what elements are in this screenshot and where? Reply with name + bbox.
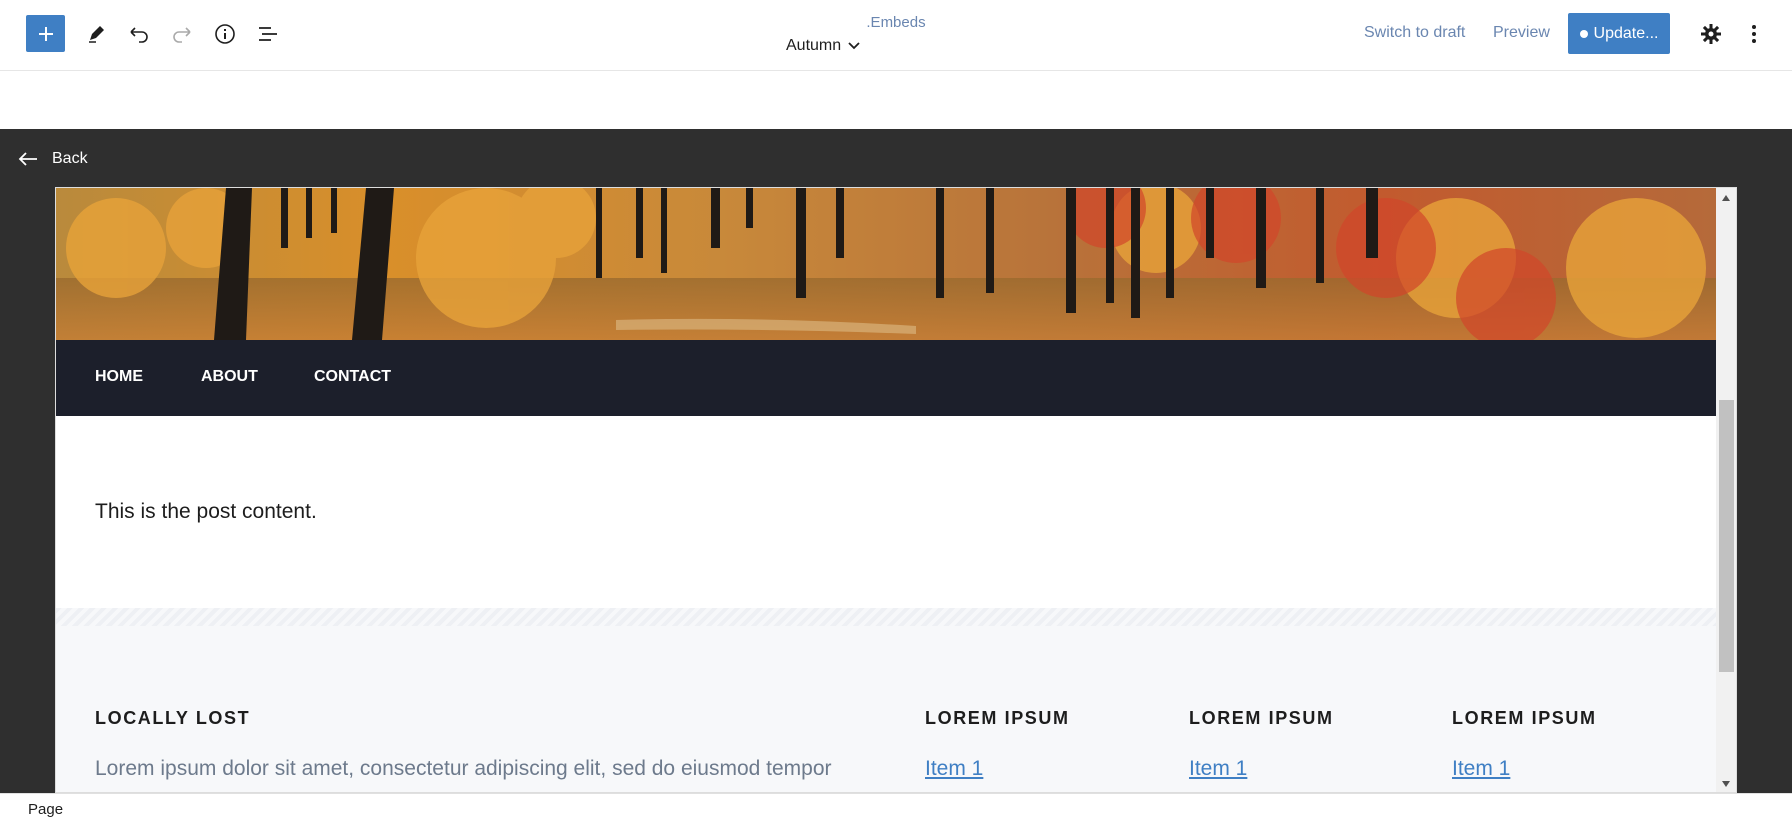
footer-description: Lorem ipsum dolor sit amet, consectetur … [95, 757, 832, 780]
back-label: Back [52, 150, 88, 167]
footer-column-1-link[interactable]: Item 1 [925, 757, 983, 781]
update-label: Update... [1593, 24, 1659, 42]
chevron-down-icon [848, 42, 860, 50]
scroll-down-icon[interactable] [1721, 780, 1731, 788]
post-content[interactable]: This is the post content. [95, 500, 317, 524]
scrollbar-thumb[interactable] [1719, 400, 1734, 672]
template-selector[interactable]: Autumn [786, 37, 861, 55]
gear-icon [1701, 24, 1721, 44]
template-name: Autumn [786, 37, 842, 54]
back-button[interactable]: Back [18, 150, 88, 168]
nav-about[interactable]: ABOUT [201, 368, 258, 386]
footer-column-3-title: LOREM IPSUM [1452, 708, 1597, 728]
options-button[interactable] [1740, 20, 1768, 48]
footer-column-2-title: LOREM IPSUM [1189, 708, 1334, 728]
more-vertical-icon [1752, 25, 1756, 43]
nav-contact[interactable]: CONTACT [314, 368, 391, 386]
arrow-left-icon [18, 152, 37, 166]
nav-home[interactable]: HOME [95, 368, 143, 386]
footer-title-locally-lost: LOCALLY LOST [95, 708, 251, 728]
navigation: HOME ABOUT CONTACT [56, 340, 1716, 416]
breadcrumb-page[interactable]: Page [28, 801, 63, 818]
switch-to-draft-button[interactable]: Switch to draft [1364, 24, 1465, 42]
status-dot-icon [1579, 29, 1588, 38]
footer-divider [56, 608, 1716, 626]
header-image [56, 188, 1716, 340]
status-bar: Page [0, 793, 1792, 821]
footer-column-2-link[interactable]: Item 1 [1189, 757, 1247, 781]
scroll-up-icon[interactable] [1721, 194, 1731, 202]
update-button[interactable]: Update... [1568, 13, 1670, 54]
preview-button[interactable]: Preview [1493, 24, 1550, 42]
editor-header: .Embeds Autumn Switch to draft Preview U… [0, 0, 1792, 71]
toolbar-strip [0, 72, 1792, 129]
footer: LOCALLY LOST Lorem ipsum dolor sit amet,… [56, 626, 1716, 792]
footer-column-1-title: LOREM IPSUM [925, 708, 1070, 728]
scrollbar[interactable] [1716, 188, 1736, 792]
settings-button[interactable] [1697, 20, 1725, 48]
footer-column-3-link[interactable]: Item 1 [1452, 757, 1510, 781]
template-preview: HOME ABOUT CONTACT This is the post cont… [55, 187, 1737, 793]
